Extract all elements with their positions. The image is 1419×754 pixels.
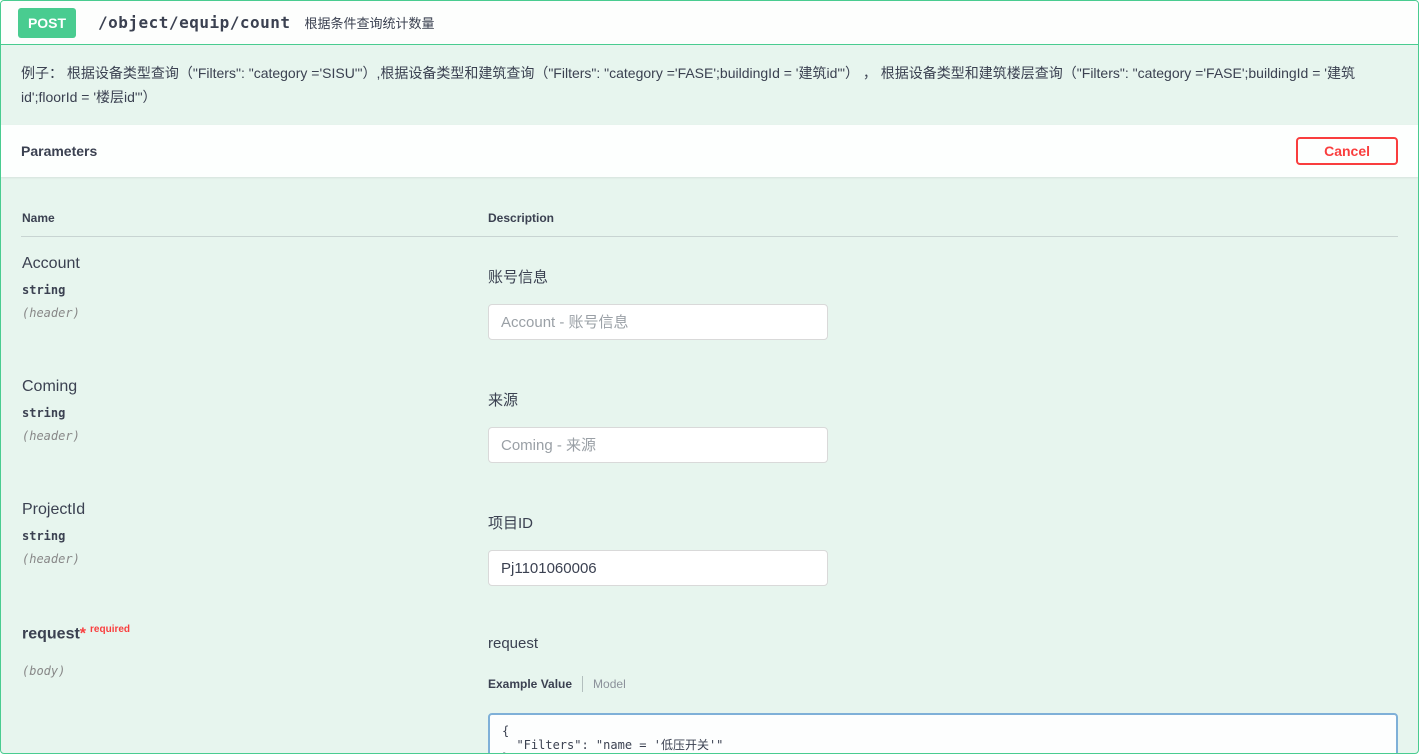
parameter-type: string <box>22 283 488 297</box>
parameter-description-cell: 项目ID <box>488 501 1398 586</box>
operation-summary[interactable]: POST /object/equip/count 根据条件查询统计数量 <box>1 1 1418 45</box>
account-input[interactable] <box>488 304 828 340</box>
parameter-description: 项目ID <box>488 512 1398 533</box>
parameter-location: (body) <box>22 664 488 678</box>
cancel-button[interactable]: Cancel <box>1296 137 1398 165</box>
column-header-name: Name <box>22 211 488 225</box>
parameter-description-cell: 来源 <box>488 378 1398 463</box>
parameter-description: request <box>488 635 1398 652</box>
tab-model[interactable]: Model <box>593 677 626 691</box>
parameters-table-header: Name Description <box>21 177 1398 237</box>
operation-block-post: POST /object/equip/count 根据条件查询统计数量 例子： … <box>0 0 1419 754</box>
parameter-description: 账号信息 <box>488 266 1398 287</box>
parameter-name: request*required <box>22 624 488 643</box>
endpoint-description: 例子： 根据设备类型查询（"Filters": "category ='SISU… <box>1 45 1418 123</box>
parameter-location: (header) <box>22 552 488 566</box>
column-header-description: Description <box>488 211 1398 225</box>
endpoint-path[interactable]: /object/equip/count <box>98 13 291 32</box>
parameter-location: (header) <box>22 306 488 320</box>
parameter-description-cell: 账号信息 <box>488 255 1398 340</box>
http-method-badge: POST <box>18 8 76 38</box>
parameter-row-coming: Coming string (header) 来源 <box>21 360 1398 483</box>
required-asterisk: * <box>80 625 86 642</box>
parameter-name-cell: Account string (header) <box>22 255 488 340</box>
parameter-row-projectid: ProjectId string (header) 项目ID <box>21 483 1398 606</box>
parameter-name-cell: Coming string (header) <box>22 378 488 463</box>
parameters-title: Parameters <box>21 143 97 159</box>
parameter-name-cell: ProjectId string (header) <box>22 501 488 586</box>
parameters-table: Name Description Account string (header)… <box>1 177 1418 754</box>
parameter-row-account: Account string (header) 账号信息 <box>21 237 1398 360</box>
parameter-name-cell: request*required (body) <box>22 624 488 754</box>
coming-input[interactable] <box>488 427 828 463</box>
parameter-description-cell: request Example Value Model { "Filters":… <box>488 624 1398 754</box>
projectid-input[interactable] <box>488 550 828 586</box>
tab-separator <box>582 676 583 692</box>
request-body-editor[interactable]: { "Filters": "name = '低压开关'" } <box>488 713 1398 754</box>
body-tabs: Example Value Model <box>488 676 1398 692</box>
parameter-location: (header) <box>22 429 488 443</box>
parameter-name: Account <box>22 255 488 273</box>
parameter-name: Coming <box>22 378 488 396</box>
parameter-type: string <box>22 529 488 543</box>
parameters-section-header: Parameters Cancel <box>1 125 1418 177</box>
tab-example-value[interactable]: Example Value <box>488 677 572 691</box>
parameter-description: 来源 <box>488 389 1398 410</box>
required-label: required <box>90 624 130 635</box>
parameter-row-request: request * required (body) request Example … <box>21 606 1398 754</box>
parameter-name: ProjectId <box>22 501 488 519</box>
parameter-type: string <box>22 406 488 420</box>
endpoint-summary: 根据条件查询统计数量 <box>305 13 435 32</box>
